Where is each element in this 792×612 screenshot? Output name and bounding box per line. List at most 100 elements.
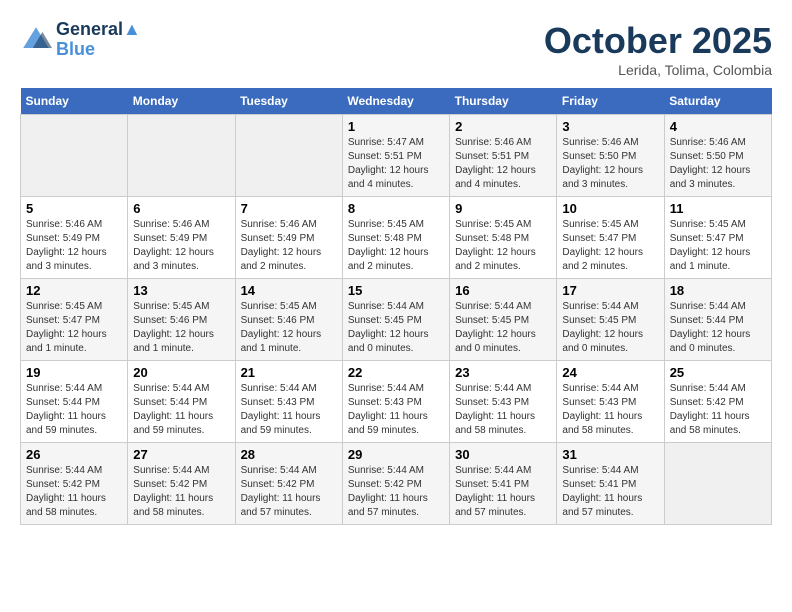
calendar-cell: 24Sunrise: 5:44 AM Sunset: 5:43 PM Dayli… — [557, 361, 664, 443]
day-info: Sunrise: 5:45 AM Sunset: 5:47 PM Dayligh… — [670, 218, 766, 274]
calendar-cell: 21 Sunrise: 5:44 AM Sunset: 5:43 PM Dayli… — [235, 361, 342, 443]
calendar-cell: 10 Sunrise: 5:45 AM Sunset: 5:47 PM Dayli… — [557, 197, 664, 279]
day-number: 26 — [26, 447, 122, 462]
calendar-cell: 28 Sunrise: 5:44 AM Sunset: 5:42 PM Dayli… — [235, 443, 342, 525]
day-info: Sunrise: 5:46 AM Sunset: 5:50 PM Dayligh… — [670, 136, 766, 192]
logo: General▲ Blue — [20, 20, 141, 60]
calendar-cell — [235, 115, 342, 197]
calendar-week-row: 19 Sunrise: 5:44 AM Sunset: 5:44 PM Dayli… — [21, 361, 772, 443]
calendar-cell: 7 Sunrise: 5:46 AM Sunset: 5:49 PM Daylig… — [235, 197, 342, 279]
calendar-cell: 9 Sunrise: 5:45 AM Sunset: 5:48 PM Daylig… — [450, 197, 557, 279]
calendar-cell: 8Sunrise: 5:45 AM Sunset: 5:48 PM Daylig… — [342, 197, 449, 279]
day-number: 1 — [348, 119, 444, 134]
day-info: Sunrise: 5:45 AM Sunset: 5:47 PM Dayligh… — [26, 300, 122, 356]
day-number: 23 — [455, 365, 551, 380]
day-number: 14 — [241, 283, 337, 298]
calendar-cell: 19 Sunrise: 5:44 AM Sunset: 5:44 PM Dayli… — [21, 361, 128, 443]
calendar-week-row: 26 Sunrise: 5:44 AM Sunset: 5:42 PM Dayli… — [21, 443, 772, 525]
day-info: Sunrise: 5:44 AM Sunset: 5:43 PM Dayligh… — [241, 382, 337, 438]
day-info: Sunrise: 5:45 AM Sunset: 5:48 PM Dayligh… — [455, 218, 551, 274]
day-info: Sunrise: 5:44 AM Sunset: 5:42 PM Dayligh… — [348, 464, 444, 520]
day-number: 19 — [26, 365, 122, 380]
calendar-cell: 4 Sunrise: 5:46 AM Sunset: 5:50 PM Daylig… — [664, 115, 771, 197]
day-info: Sunrise: 5:44 AM Sunset: 5:43 PM Dayligh… — [562, 382, 658, 438]
calendar-cell: 15Sunrise: 5:44 AM Sunset: 5:45 PM Dayli… — [342, 279, 449, 361]
calendar-cell: 22 Sunrise: 5:44 AM Sunset: 5:43 PM Dayli… — [342, 361, 449, 443]
day-number: 21 — [241, 365, 337, 380]
day-number: 4 — [670, 119, 766, 134]
calendar-cell: 20Sunrise: 5:44 AM Sunset: 5:44 PM Dayli… — [128, 361, 235, 443]
calendar-week-row: 12 Sunrise: 5:45 AM Sunset: 5:47 PM Dayli… — [21, 279, 772, 361]
calendar-cell: 17 Sunrise: 5:44 AM Sunset: 5:45 PM Dayli… — [557, 279, 664, 361]
calendar-cell: 26 Sunrise: 5:44 AM Sunset: 5:42 PM Dayli… — [21, 443, 128, 525]
day-info: Sunrise: 5:46 AM Sunset: 5:49 PM Dayligh… — [241, 218, 337, 274]
day-number: 28 — [241, 447, 337, 462]
day-number: 30 — [455, 447, 551, 462]
day-number: 3 — [562, 119, 658, 134]
day-number: 27 — [133, 447, 229, 462]
day-number: 2 — [455, 119, 551, 134]
day-info: Sunrise: 5:44 AM Sunset: 5:45 PM Dayligh… — [562, 300, 658, 356]
calendar-cell: 11 Sunrise: 5:45 AM Sunset: 5:47 PM Dayli… — [664, 197, 771, 279]
weekday-header: Wednesday — [342, 88, 449, 115]
day-number: 31 — [562, 447, 658, 462]
day-info: Sunrise: 5:45 AM Sunset: 5:46 PM Dayligh… — [133, 300, 229, 356]
logo-text: General▲ Blue — [56, 20, 141, 60]
day-number: 16 — [455, 283, 551, 298]
calendar-cell: 6 Sunrise: 5:46 AM Sunset: 5:49 PM Daylig… — [128, 197, 235, 279]
calendar-cell: 30Sunrise: 5:44 AM Sunset: 5:41 PM Dayli… — [450, 443, 557, 525]
calendar-cell — [128, 115, 235, 197]
weekday-header: Saturday — [664, 88, 771, 115]
calendar-cell: 25 Sunrise: 5:44 AM Sunset: 5:42 PM Dayli… — [664, 361, 771, 443]
day-info: Sunrise: 5:45 AM Sunset: 5:48 PM Dayligh… — [348, 218, 444, 274]
day-info: Sunrise: 5:44 AM Sunset: 5:43 PM Dayligh… — [455, 382, 551, 438]
day-info: Sunrise: 5:44 AM Sunset: 5:42 PM Dayligh… — [133, 464, 229, 520]
title-block: October 2025 Lerida, Tolima, Colombia — [544, 20, 772, 78]
day-info: Sunrise: 5:44 AM Sunset: 5:45 PM Dayligh… — [455, 300, 551, 356]
calendar-cell: 16 Sunrise: 5:44 AM Sunset: 5:45 PM Dayli… — [450, 279, 557, 361]
weekday-header: Thursday — [450, 88, 557, 115]
day-number: 13 — [133, 283, 229, 298]
logo-icon — [20, 24, 52, 56]
calendar-cell: 27 Sunrise: 5:44 AM Sunset: 5:42 PM Dayli… — [128, 443, 235, 525]
calendar-cell — [21, 115, 128, 197]
day-info: Sunrise: 5:44 AM Sunset: 5:42 PM Dayligh… — [670, 382, 766, 438]
day-info: Sunrise: 5:45 AM Sunset: 5:46 PM Dayligh… — [241, 300, 337, 356]
day-info: Sunrise: 5:44 AM Sunset: 5:44 PM Dayligh… — [670, 300, 766, 356]
day-number: 9 — [455, 201, 551, 216]
day-number: 6 — [133, 201, 229, 216]
day-info: Sunrise: 5:45 AM Sunset: 5:47 PM Dayligh… — [562, 218, 658, 274]
calendar-cell: 3 Sunrise: 5:46 AM Sunset: 5:50 PM Daylig… — [557, 115, 664, 197]
day-number: 10 — [562, 201, 658, 216]
day-number: 5 — [26, 201, 122, 216]
day-info: Sunrise: 5:44 AM Sunset: 5:42 PM Dayligh… — [241, 464, 337, 520]
month-title: October 2025 — [544, 20, 772, 62]
day-info: Sunrise: 5:44 AM Sunset: 5:44 PM Dayligh… — [133, 382, 229, 438]
calendar-cell: 14 Sunrise: 5:45 AM Sunset: 5:46 PM Dayli… — [235, 279, 342, 361]
day-info: Sunrise: 5:44 AM Sunset: 5:44 PM Dayligh… — [26, 382, 122, 438]
day-number: 7 — [241, 201, 337, 216]
page-header: General▲ Blue October 2025 Lerida, Tolim… — [20, 20, 772, 78]
day-number: 25 — [670, 365, 766, 380]
day-number: 17 — [562, 283, 658, 298]
calendar-cell: 1Sunrise: 5:47 AM Sunset: 5:51 PM Daylig… — [342, 115, 449, 197]
day-number: 12 — [26, 283, 122, 298]
day-info: Sunrise: 5:44 AM Sunset: 5:42 PM Dayligh… — [26, 464, 122, 520]
day-info: Sunrise: 5:44 AM Sunset: 5:45 PM Dayligh… — [348, 300, 444, 356]
day-info: Sunrise: 5:46 AM Sunset: 5:50 PM Dayligh… — [562, 136, 658, 192]
calendar-cell: 18 Sunrise: 5:44 AM Sunset: 5:44 PM Dayli… — [664, 279, 771, 361]
location-subtitle: Lerida, Tolima, Colombia — [544, 62, 772, 78]
calendar-cell: 31 Sunrise: 5:44 AM Sunset: 5:41 PM Dayli… — [557, 443, 664, 525]
day-info: Sunrise: 5:44 AM Sunset: 5:43 PM Dayligh… — [348, 382, 444, 438]
day-number: 29 — [348, 447, 444, 462]
day-number: 22 — [348, 365, 444, 380]
calendar-week-row: 5 Sunrise: 5:46 AM Sunset: 5:49 PM Daylig… — [21, 197, 772, 279]
day-info: Sunrise: 5:46 AM Sunset: 5:49 PM Dayligh… — [26, 218, 122, 274]
calendar-table: SundayMondayTuesdayWednesdayThursdayFrid… — [20, 88, 772, 525]
calendar-cell: 29 Sunrise: 5:44 AM Sunset: 5:42 PM Dayli… — [342, 443, 449, 525]
weekday-header-row: SundayMondayTuesdayWednesdayThursdayFrid… — [21, 88, 772, 115]
day-number: 11 — [670, 201, 766, 216]
day-info: Sunrise: 5:44 AM Sunset: 5:41 PM Dayligh… — [562, 464, 658, 520]
day-number: 18 — [670, 283, 766, 298]
day-info: Sunrise: 5:46 AM Sunset: 5:49 PM Dayligh… — [133, 218, 229, 274]
